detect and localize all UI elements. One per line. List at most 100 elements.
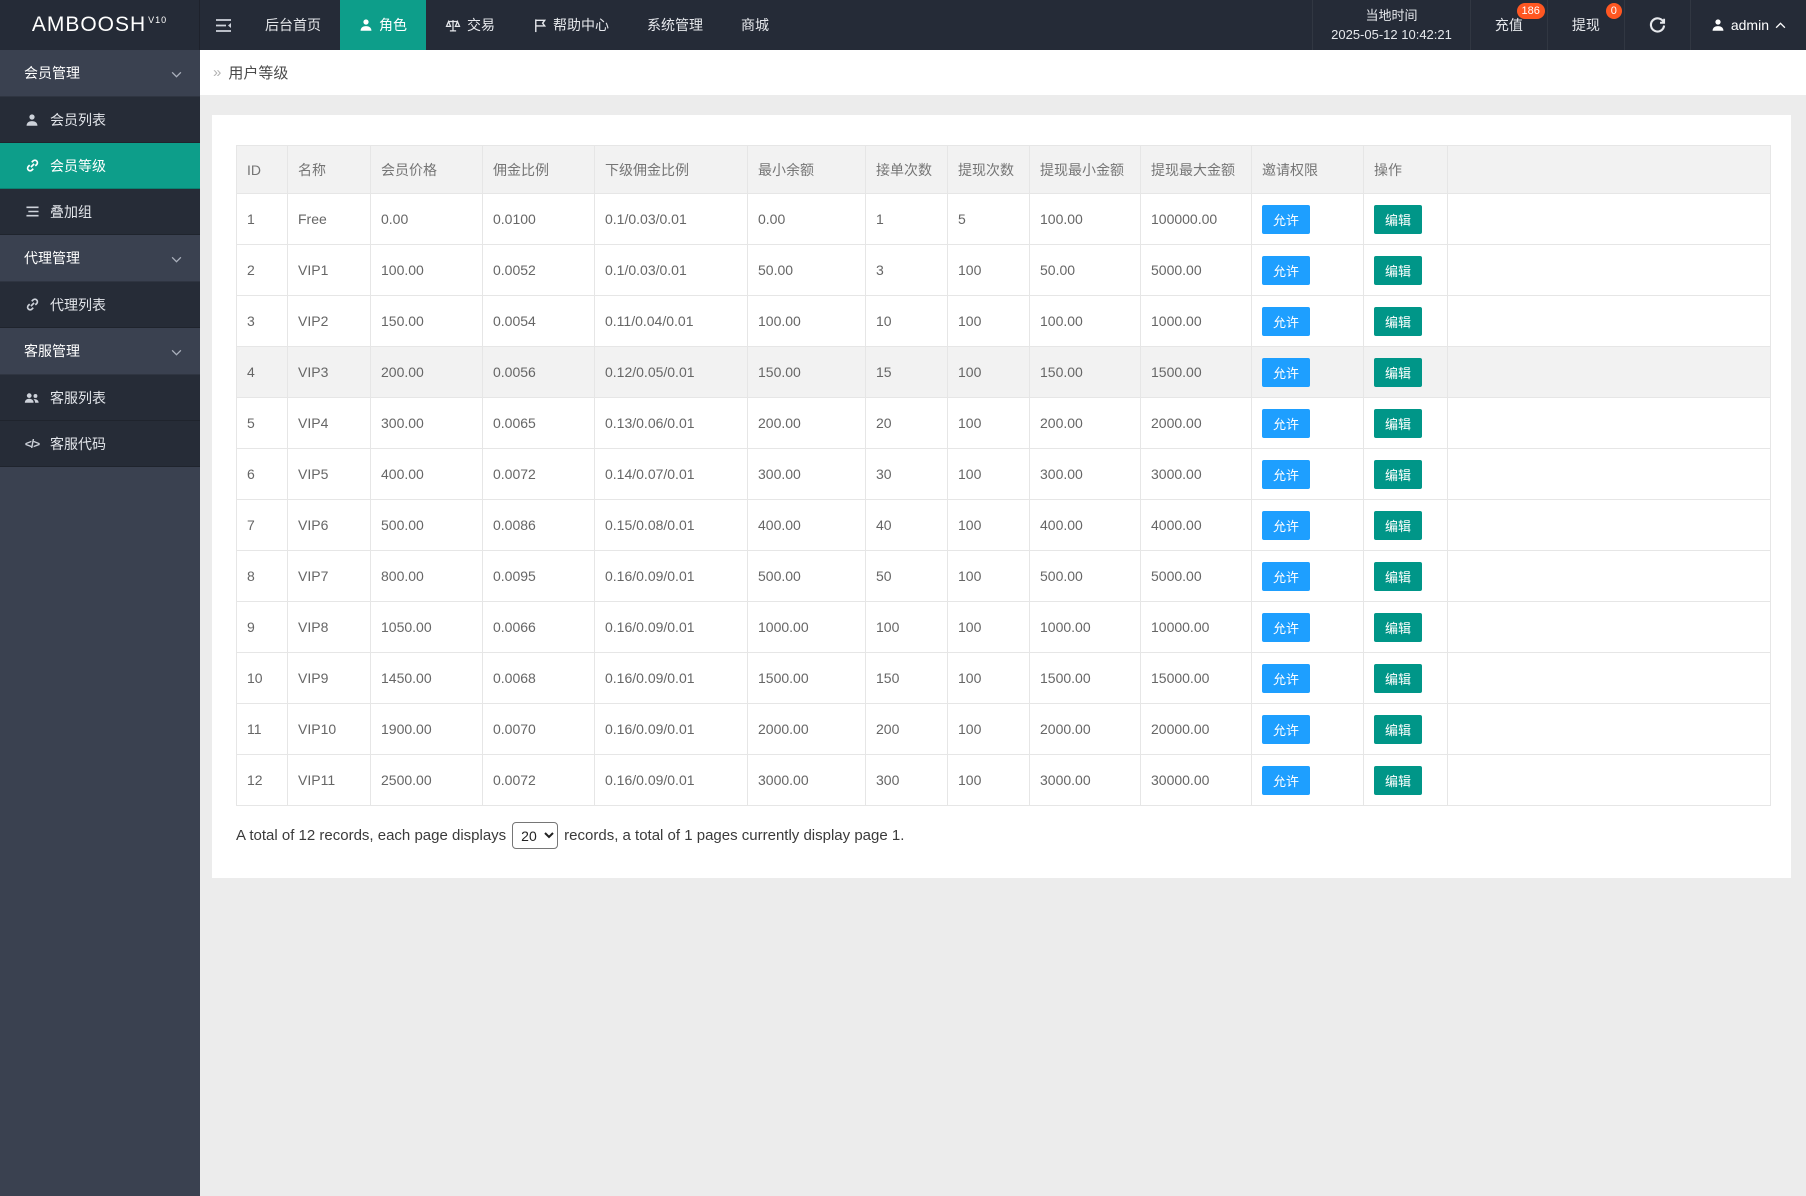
cell-min_balance: 3000.00 bbox=[748, 755, 866, 806]
column-header: 接单次数 bbox=[866, 146, 948, 194]
cell-price: 200.00 bbox=[371, 347, 483, 398]
sidebar-item-2-1[interactable]: </>客服代码 bbox=[0, 421, 200, 467]
edit-button[interactable]: 编辑 bbox=[1374, 205, 1422, 234]
column-header: 提现最小金额 bbox=[1030, 146, 1141, 194]
top-nav-item-0[interactable]: 后台首页 bbox=[246, 0, 340, 50]
link-icon bbox=[24, 158, 40, 173]
pagination-text-after: records, a total of 1 pages currently di… bbox=[564, 827, 904, 844]
cell-name: VIP2 bbox=[288, 296, 371, 347]
cell-invite-permission: 允许 bbox=[1252, 602, 1364, 653]
sidebar-toggle-button[interactable] bbox=[200, 0, 246, 50]
cell-name: VIP5 bbox=[288, 449, 371, 500]
allow-button[interactable]: 允许 bbox=[1262, 307, 1310, 336]
top-nav-item-3[interactable]: 帮助中心 bbox=[514, 0, 628, 50]
sidebar-item-1-0[interactable]: 代理列表 bbox=[0, 282, 200, 328]
page-size-select[interactable]: 20 bbox=[512, 822, 558, 849]
edit-button[interactable]: 编辑 bbox=[1374, 511, 1422, 540]
sidebar-group-0[interactable]: 会员管理 bbox=[0, 50, 200, 97]
edit-button[interactable]: 编辑 bbox=[1374, 766, 1422, 795]
cell-empty bbox=[1448, 449, 1771, 500]
cell-sub_commission: 0.13/0.06/0.01 bbox=[595, 398, 748, 449]
cell-price: 800.00 bbox=[371, 551, 483, 602]
edit-button[interactable]: 编辑 bbox=[1374, 307, 1422, 336]
cell-min_balance: 2000.00 bbox=[748, 704, 866, 755]
table-row: 4VIP3200.000.00560.12/0.05/0.01150.00151… bbox=[237, 347, 1771, 398]
cell-id: 10 bbox=[237, 653, 288, 704]
edit-button[interactable]: 编辑 bbox=[1374, 460, 1422, 489]
brand-version: V10 bbox=[148, 15, 167, 25]
sidebar-item-0-0[interactable]: 会员列表 bbox=[0, 97, 200, 143]
cell-price: 1050.00 bbox=[371, 602, 483, 653]
cell-actions: 编辑 bbox=[1364, 602, 1448, 653]
withdraw-label: 提现 bbox=[1572, 15, 1600, 35]
sidebar-item-0-1[interactable]: 会员等级 bbox=[0, 143, 200, 189]
people-icon bbox=[24, 391, 40, 405]
edit-button[interactable]: 编辑 bbox=[1374, 715, 1422, 744]
table-row: 2VIP1100.000.00520.1/0.03/0.0150.0031005… bbox=[237, 245, 1771, 296]
cell-min_withdraw: 300.00 bbox=[1030, 449, 1141, 500]
allow-button[interactable]: 允许 bbox=[1262, 664, 1310, 693]
sidebar-item-label: 会员等级 bbox=[50, 156, 106, 176]
cell-id: 9 bbox=[237, 602, 288, 653]
sidebar-group-1[interactable]: 代理管理 bbox=[0, 235, 200, 282]
cell-invite-permission: 允许 bbox=[1252, 551, 1364, 602]
refresh-button[interactable] bbox=[1624, 0, 1690, 50]
allow-button[interactable]: 允许 bbox=[1262, 511, 1310, 540]
top-nav-item-1[interactable]: 角色 bbox=[340, 0, 426, 50]
allow-button[interactable]: 允许 bbox=[1262, 562, 1310, 591]
flag-icon bbox=[533, 18, 547, 33]
allow-button[interactable]: 允许 bbox=[1262, 715, 1310, 744]
allow-button[interactable]: 允许 bbox=[1262, 358, 1310, 387]
sidebar-group-2[interactable]: 客服管理 bbox=[0, 328, 200, 375]
cell-name: VIP4 bbox=[288, 398, 371, 449]
page-title: 用户等级 bbox=[228, 62, 288, 83]
allow-button[interactable]: 允许 bbox=[1262, 205, 1310, 234]
allow-button[interactable]: 允许 bbox=[1262, 256, 1310, 285]
cell-actions: 编辑 bbox=[1364, 500, 1448, 551]
allow-button[interactable]: 允许 bbox=[1262, 460, 1310, 489]
recharge-button[interactable]: 充值 186 bbox=[1470, 0, 1547, 50]
edit-button[interactable]: 编辑 bbox=[1374, 256, 1422, 285]
cell-invite-permission: 允许 bbox=[1252, 194, 1364, 245]
cell-orders: 20 bbox=[866, 398, 948, 449]
sidebar-item-2-0[interactable]: 客服列表 bbox=[0, 375, 200, 421]
cell-invite-permission: 允许 bbox=[1252, 500, 1364, 551]
cell-min_balance: 1000.00 bbox=[748, 602, 866, 653]
top-nav-item-label: 帮助中心 bbox=[553, 15, 609, 35]
top-nav-item-4[interactable]: 系统管理 bbox=[628, 0, 722, 50]
chevron-up-icon bbox=[1775, 22, 1786, 29]
withdraw-button[interactable]: 提现 0 bbox=[1547, 0, 1624, 50]
table-row: 11VIP101900.000.00700.16/0.09/0.012000.0… bbox=[237, 704, 1771, 755]
top-nav-item-2[interactable]: 交易 bbox=[426, 0, 514, 50]
allow-button[interactable]: 允许 bbox=[1262, 613, 1310, 642]
refresh-icon bbox=[1649, 17, 1666, 34]
cell-max_withdraw: 1500.00 bbox=[1141, 347, 1252, 398]
edit-button[interactable]: 编辑 bbox=[1374, 562, 1422, 591]
cell-empty bbox=[1448, 602, 1771, 653]
cell-orders: 10 bbox=[866, 296, 948, 347]
sidebar-item-label: 客服列表 bbox=[50, 388, 106, 408]
cell-price: 500.00 bbox=[371, 500, 483, 551]
user-menu[interactable]: admin bbox=[1690, 0, 1806, 50]
cell-id: 8 bbox=[237, 551, 288, 602]
edit-button[interactable]: 编辑 bbox=[1374, 358, 1422, 387]
pagination: A total of 12 records, each page display… bbox=[236, 822, 1771, 849]
edit-button[interactable]: 编辑 bbox=[1374, 664, 1422, 693]
edit-button[interactable]: 编辑 bbox=[1374, 613, 1422, 642]
allow-button[interactable]: 允许 bbox=[1262, 766, 1310, 795]
withdraw-badge: 0 bbox=[1606, 3, 1622, 19]
cell-orders: 40 bbox=[866, 500, 948, 551]
cell-empty bbox=[1448, 500, 1771, 551]
cell-withdraw_times: 100 bbox=[948, 653, 1030, 704]
top-nav-item-5[interactable]: 商城 bbox=[722, 0, 788, 50]
edit-button[interactable]: 编辑 bbox=[1374, 409, 1422, 438]
cell-withdraw_times: 100 bbox=[948, 398, 1030, 449]
sidebar-item-0-2[interactable]: 叠加组 bbox=[0, 189, 200, 235]
cell-sub_commission: 0.11/0.04/0.01 bbox=[595, 296, 748, 347]
allow-button[interactable]: 允许 bbox=[1262, 409, 1310, 438]
cell-sub_commission: 0.16/0.09/0.01 bbox=[595, 755, 748, 806]
cell-price: 300.00 bbox=[371, 398, 483, 449]
sidebar-group-label: 客服管理 bbox=[24, 341, 80, 361]
cell-id: 5 bbox=[237, 398, 288, 449]
cell-name: VIP3 bbox=[288, 347, 371, 398]
